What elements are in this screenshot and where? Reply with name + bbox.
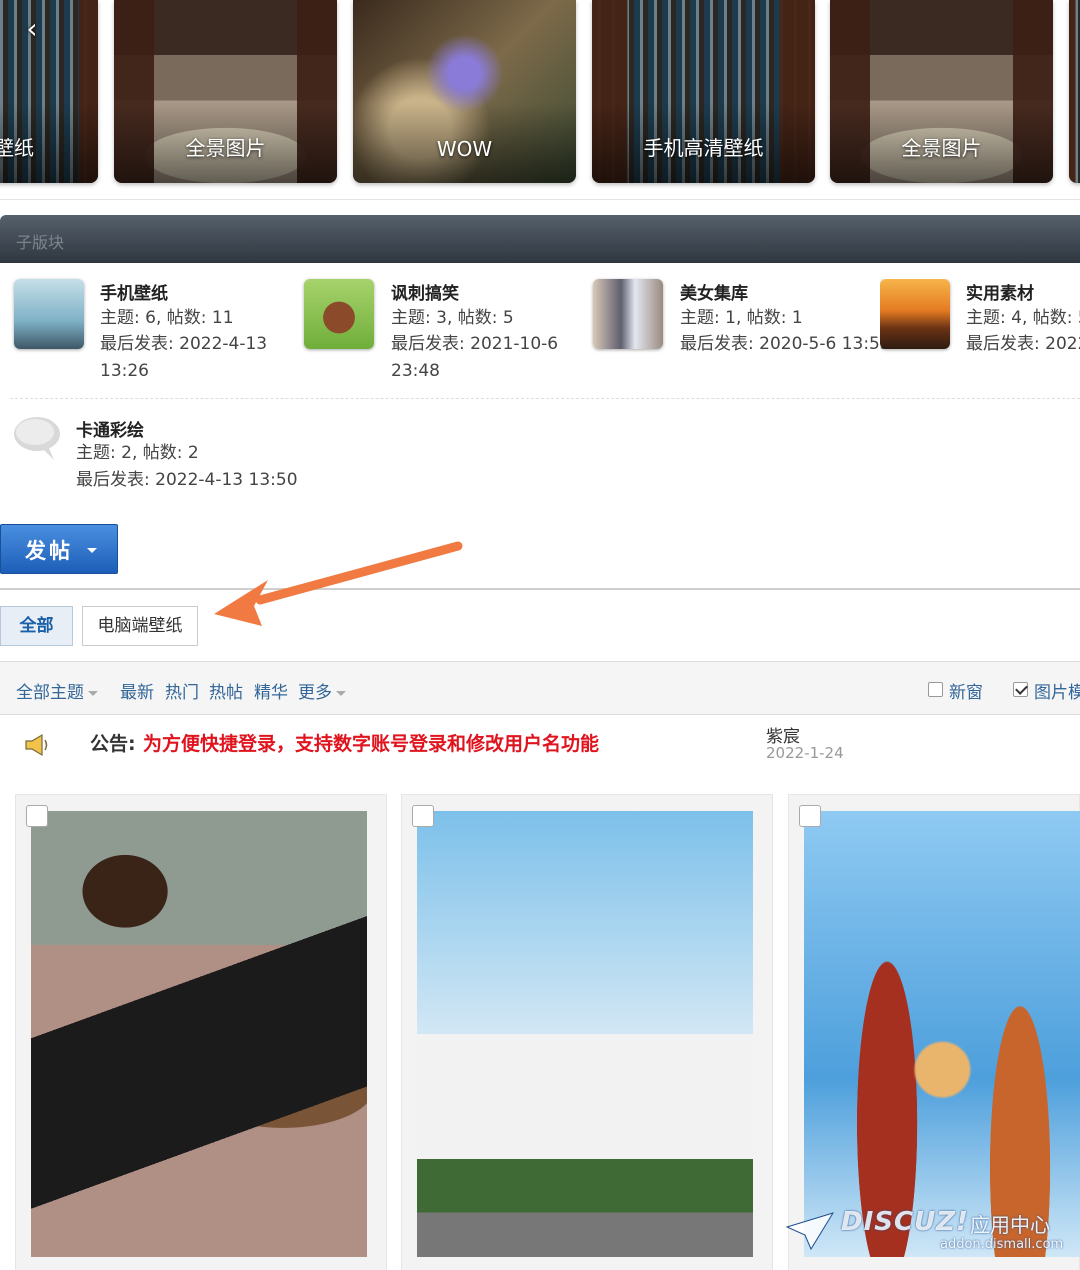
- thread-image-card[interactable]: [15, 794, 387, 1270]
- divider: [10, 398, 1080, 399]
- subforum-stats: 主题: 6, 帖数: 11: [100, 308, 234, 328]
- card-select-checkbox[interactable]: [412, 805, 434, 827]
- thread-image[interactable]: [804, 811, 1080, 1257]
- filter-more-label: 更多: [298, 683, 332, 703]
- subforum-item[interactable]: 实用素材 主题: 4, 帖数: 5 最后发表: 2022: [880, 279, 1080, 389]
- thread-image-card[interactable]: [788, 794, 1080, 1270]
- thread-image-card[interactable]: [401, 794, 773, 1270]
- annotation-arrow-icon: [214, 541, 463, 626]
- subforum-stats: 主题: 4, 帖数: 5: [966, 308, 1080, 328]
- chevron-down-icon: [88, 690, 98, 696]
- announcement-label: 公告:: [90, 733, 136, 755]
- subforum-stats: 主题: 1, 帖数: 1: [680, 308, 803, 328]
- megaphone-icon: [25, 733, 48, 757]
- subforum-last-post: 最后发表: 2022-4-13 13:50: [76, 470, 298, 490]
- subforum-last-post: 最后发表: 2022-4-13: [100, 334, 268, 354]
- announcement-date: 2022-1-24: [766, 744, 844, 762]
- subforum-thumbnail[interactable]: [304, 279, 374, 349]
- divider: [0, 588, 1080, 590]
- filter-digest[interactable]: 精华: [254, 678, 288, 703]
- thread-image[interactable]: [31, 811, 367, 1257]
- new-window-label[interactable]: 新窗: [949, 678, 983, 703]
- announcement-link[interactable]: 为方便快捷登录，支持数字账号登录和修改用户名功能: [143, 729, 599, 756]
- subforum-item[interactable]: 讽刺搞笑 主题: 3, 帖数: 5 最后发表: 2021-10-6 23:48: [304, 279, 584, 389]
- subforum-thumbnail[interactable]: [880, 279, 950, 349]
- tab-pc-wallpaper[interactable]: 电脑端壁纸: [82, 606, 198, 646]
- subforum-name[interactable]: 卡通彩绘: [76, 416, 144, 441]
- subforum-thumbnail[interactable]: [14, 279, 84, 349]
- subforum-name[interactable]: 美女集库: [680, 279, 748, 304]
- card-select-checkbox[interactable]: [26, 805, 48, 827]
- prev-arrow-icon[interactable]: ‹: [20, 14, 44, 44]
- slide-caption: 手机高清壁纸: [643, 136, 764, 160]
- slide-caption: 全景图片: [901, 136, 982, 160]
- watermark: DISCUZ! 应用中心 addon.dismall.com: [785, 1205, 1075, 1265]
- carousel-slide[interactable]: 全景图片: [114, 0, 337, 183]
- tab-all[interactable]: 全部: [0, 606, 73, 646]
- subforum-item[interactable]: 卡通彩绘 主题: 2, 帖数: 2 最后发表: 2022-4-13 13:50: [12, 414, 312, 494]
- subforum-last-post: 最后发表: 2020-5-6 13:53: [680, 334, 891, 354]
- chevron-down-icon: [87, 548, 97, 553]
- subforum-last-post-time: 13:26: [100, 361, 149, 381]
- subforum-stats: 主题: 3, 帖数: 5: [391, 308, 514, 328]
- subforum-header-title: 子版块: [16, 233, 65, 252]
- subforum-last-post: 最后发表: 2022: [966, 334, 1080, 354]
- carousel-slide[interactable]: [1069, 0, 1080, 183]
- subforum-stats: 主题: 2, 帖数: 2: [76, 443, 199, 463]
- image-carousel: 壁纸 ‹ 全景图片 WOW 手机高清壁纸 全景图片: [0, 0, 1080, 200]
- filter-hot[interactable]: 热门: [165, 678, 199, 703]
- slide-caption: WOW: [436, 137, 493, 161]
- speech-bubble-icon[interactable]: [12, 414, 62, 464]
- carousel-slide[interactable]: 手机高清壁纸: [592, 0, 815, 183]
- image-mode-label[interactable]: 图片模: [1034, 678, 1080, 703]
- carousel-slide[interactable]: 壁纸: [0, 0, 98, 183]
- watermark-url: addon.dismall.com: [940, 1237, 1064, 1252]
- subforum-item[interactable]: 美女集库 主题: 1, 帖数: 1 最后发表: 2020-5-6 13:53: [593, 279, 891, 389]
- new-post-label: 发帖: [25, 539, 73, 563]
- subforum-thumbnail[interactable]: [593, 279, 663, 349]
- filter-latest[interactable]: 最新: [120, 678, 154, 703]
- thread-filter-bar: 全部主题 最新 热门 热帖 精华 更多 新窗 图片模: [0, 661, 1080, 715]
- new-window-checkbox[interactable]: [928, 682, 943, 697]
- thread-image[interactable]: [417, 811, 753, 1257]
- watermark-logo: DISCUZ!: [841, 1207, 969, 1237]
- filter-hot-posts[interactable]: 热帖: [209, 678, 243, 703]
- subforum-item[interactable]: 手机壁纸 主题: 6, 帖数: 11 最后发表: 2022-4-13 13:26: [14, 279, 294, 389]
- card-select-checkbox[interactable]: [799, 805, 821, 827]
- filter-all-topics-label: 全部主题: [16, 683, 84, 703]
- subforum-last-post: 最后发表: 2021-10-6: [391, 334, 559, 354]
- subforum-last-post-time: 23:48: [391, 361, 440, 381]
- paper-plane-icon: [785, 1212, 835, 1251]
- forum-page: 壁纸 ‹ 全景图片 WOW 手机高清壁纸 全景图片 子版块 手机壁纸 主题: 6…: [0, 0, 1080, 1270]
- watermark-title: 应用中心: [970, 1213, 1050, 1237]
- slide-caption: 全景图片: [185, 136, 266, 160]
- subforum-name[interactable]: 讽刺搞笑: [391, 279, 459, 304]
- subforum-name[interactable]: 实用素材: [966, 279, 1034, 304]
- image-mode-checkbox[interactable]: [1013, 682, 1028, 697]
- carousel-slide[interactable]: 全景图片: [830, 0, 1053, 183]
- subforum-name[interactable]: 手机壁纸: [100, 279, 168, 304]
- subforum-header: 子版块: [0, 215, 1080, 263]
- filter-more[interactable]: 更多: [298, 678, 346, 703]
- slide-caption: 壁纸: [0, 136, 34, 160]
- new-post-button[interactable]: 发帖: [0, 524, 118, 574]
- filter-all-topics[interactable]: 全部主题: [16, 678, 98, 703]
- carousel-slide[interactable]: WOW: [353, 0, 576, 183]
- chevron-down-icon: [336, 690, 346, 696]
